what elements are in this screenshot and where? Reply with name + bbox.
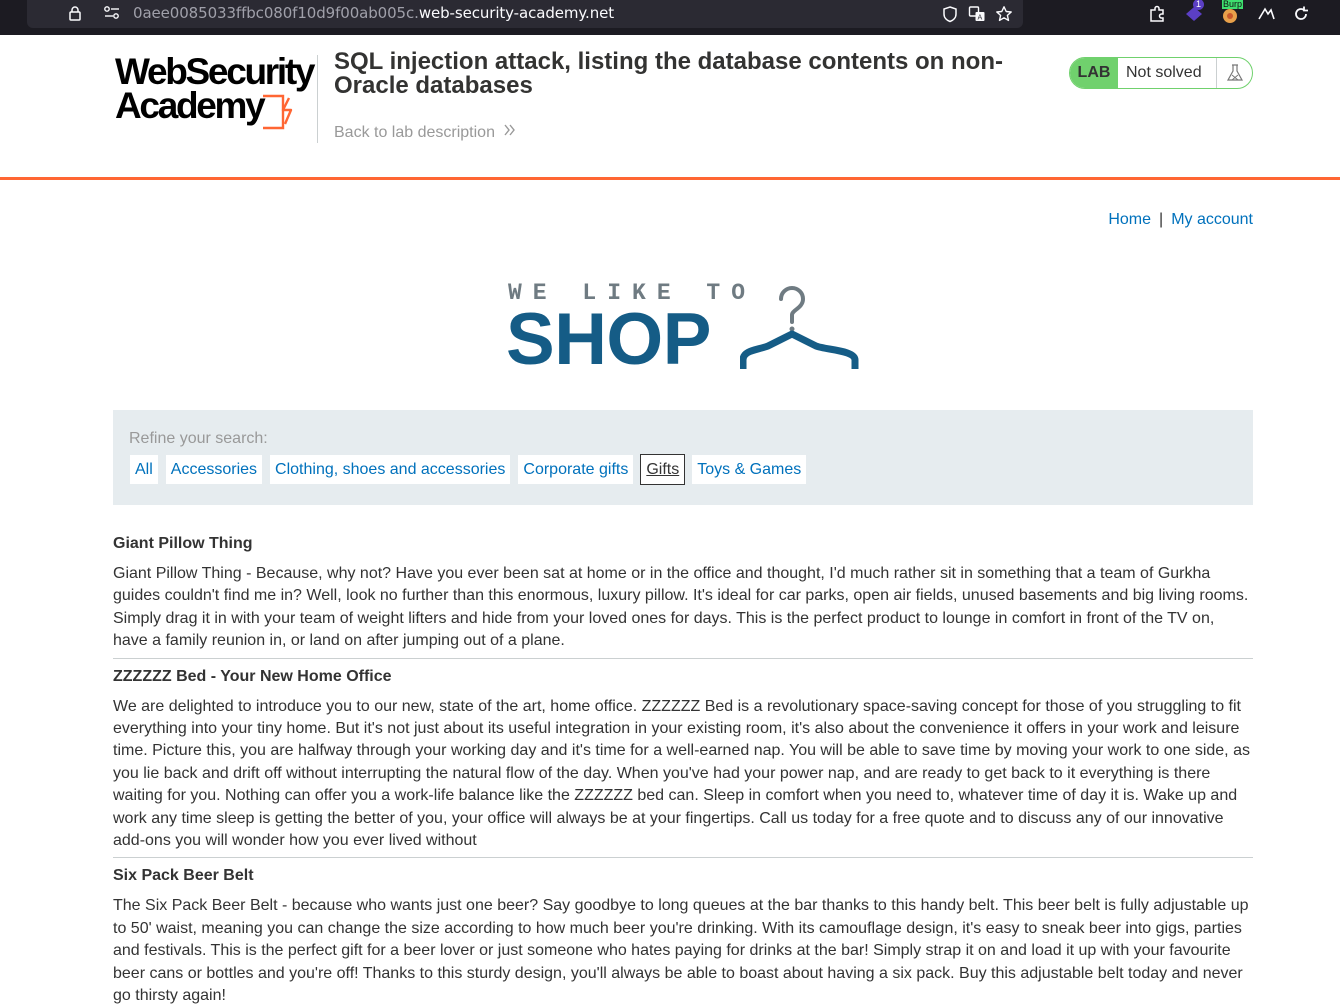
filter-toys-games[interactable]: Toys & Games (691, 454, 808, 485)
product-name: Giant Pillow Thing (113, 535, 253, 552)
extension-tool-icon[interactable] (1256, 4, 1276, 24)
back-to-lab-description-link[interactable]: Back to lab description (334, 123, 517, 142)
product-description: Giant Pillow Thing - Because, why not? H… (113, 565, 1249, 650)
tracking-protection-icon[interactable] (941, 5, 959, 23)
flask-icon (1226, 64, 1244, 81)
double-chevron-right-icon (504, 124, 515, 136)
logo-line-1: WebSecurity (115, 51, 315, 92)
filter-gifts[interactable]: Gifts (640, 454, 686, 485)
home-link[interactable]: Home (1108, 211, 1151, 228)
lab-status-text: Not solved (1126, 64, 1202, 81)
lab-badge: LAB (1070, 58, 1118, 88)
browser-toolbar: 0aee0085033ffbc080f10d9f00ab005c.web-sec… (0, 0, 1340, 35)
burp-extension-icon[interactable]: Burp (1220, 0, 1244, 24)
logo-lightning-icon (263, 94, 293, 130)
lab-flask-container (1216, 58, 1252, 88)
filter-clothing-shoes-accessories[interactable]: Clothing, shoes and accessories (269, 454, 512, 485)
url-subdomain: 0aee0085033ffbc080f10d9f00ab005c. (133, 4, 419, 22)
coat-hanger-icon (740, 286, 859, 369)
product-name: Six Pack Beer Belt (113, 867, 254, 885)
lock-icon[interactable] (67, 5, 83, 21)
refine-search-label: Refine your search: (129, 430, 268, 447)
filter-list: All Accessories Clothing, shoes and acce… (129, 454, 808, 485)
search-filters: Refine your search: All Accessories Clot… (113, 410, 1253, 505)
svg-text:A: A (978, 14, 983, 22)
extensions-puzzle-icon[interactable] (1147, 4, 1167, 24)
product-list: Giant Pillow Thing Giant Pillow Thing - … (113, 531, 1253, 1004)
translate-icon[interactable]: A (968, 5, 986, 23)
reload-icon[interactable] (1291, 4, 1311, 24)
lab-status-widget: LAB Not solved (1069, 57, 1253, 89)
my-account-link[interactable]: My account (1171, 211, 1253, 228)
list-item: Six Pack Beer Belt The Six Pack Beer Bel… (113, 858, 1253, 1004)
filter-corporate-gifts[interactable]: Corporate gifts (517, 454, 635, 485)
header-divider (317, 55, 318, 143)
extension-badge-icon[interactable]: 1 (1184, 0, 1205, 24)
list-item: Giant Pillow Thing Giant Pillow Thing - … (113, 531, 1253, 659)
back-link-label: Back to lab description (334, 124, 495, 141)
product-name: ZZZZZZ Bed - Your New Home Office (113, 667, 392, 685)
shop-logo: WE LIKE TO SHOP (506, 280, 860, 380)
account-nav: Home | My account (1108, 211, 1253, 229)
nav-separator: | (1159, 211, 1164, 228)
filter-accessories[interactable]: Accessories (164, 454, 264, 485)
academy-header: WebSecurity Academy SQL injection attack… (0, 35, 1340, 180)
filter-all[interactable]: All (129, 454, 159, 485)
url-text[interactable]: 0aee0085033ffbc080f10d9f00ab005c.web-sec… (133, 4, 614, 22)
product-description: The Six Pack Beer Belt - because who wan… (113, 897, 1249, 1004)
burp-extension-label: Burp (1222, 0, 1244, 9)
web-security-academy-logo[interactable]: WebSecurity Academy (115, 51, 315, 130)
lab-title: SQL injection attack, listing the databa… (334, 48, 1003, 99)
address-bar[interactable]: 0aee0085033ffbc080f10d9f00ab005c.web-sec… (27, 0, 1023, 28)
url-domain: web-security-academy.net (418, 4, 615, 22)
product-description: We are delighted to introduce you to our… (113, 697, 1250, 850)
shop-logo-word: SHOP (506, 299, 711, 380)
site-permissions-icon[interactable] (103, 5, 121, 21)
bookmark-star-icon[interactable] (995, 5, 1013, 23)
list-item: ZZZZZZ Bed - Your New Home Office We are… (113, 659, 1253, 859)
